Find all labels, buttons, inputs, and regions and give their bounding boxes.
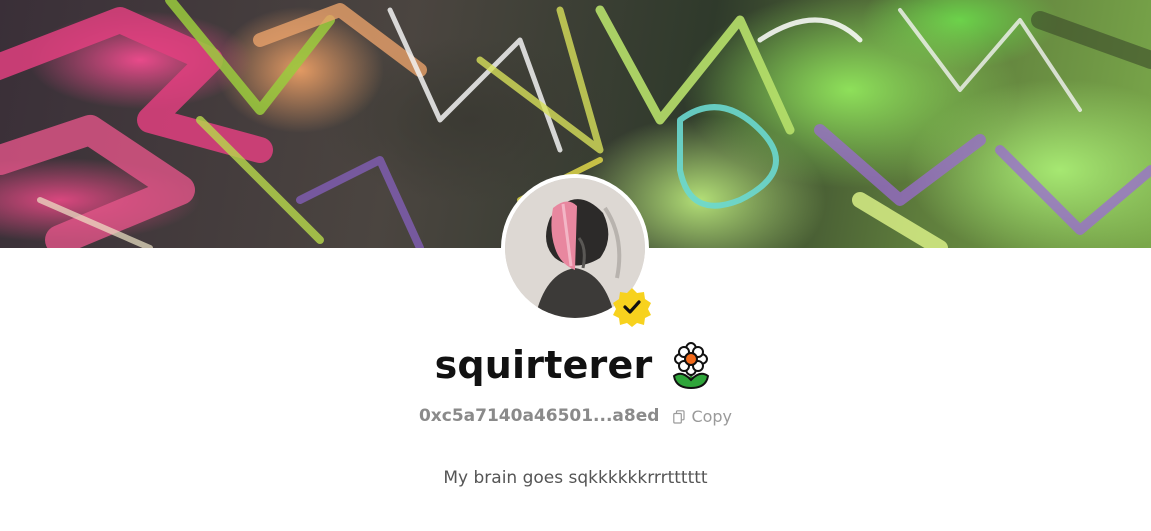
copy-icon [673,409,686,424]
wallet-address: 0xc5a7140a46501...a8ed [418,405,660,426]
profile-bio: My brain goes sqkkkkkkrrrtttttt [443,468,708,488]
flower-emoji-icon [673,342,710,390]
username-row: squirterer [0,340,1151,390]
copy-label: Copy [691,407,733,426]
username: squirterer [434,343,653,387]
verified-badge-icon [613,288,651,327]
profile-page: squirterer 0xc5a7140a46501...a8ed Copy M… [0,0,1151,531]
wallet-address-row: 0xc5a7140a46501...a8ed Copy [0,405,1151,427]
copy-address-button[interactable]: Copy [673,405,732,426]
